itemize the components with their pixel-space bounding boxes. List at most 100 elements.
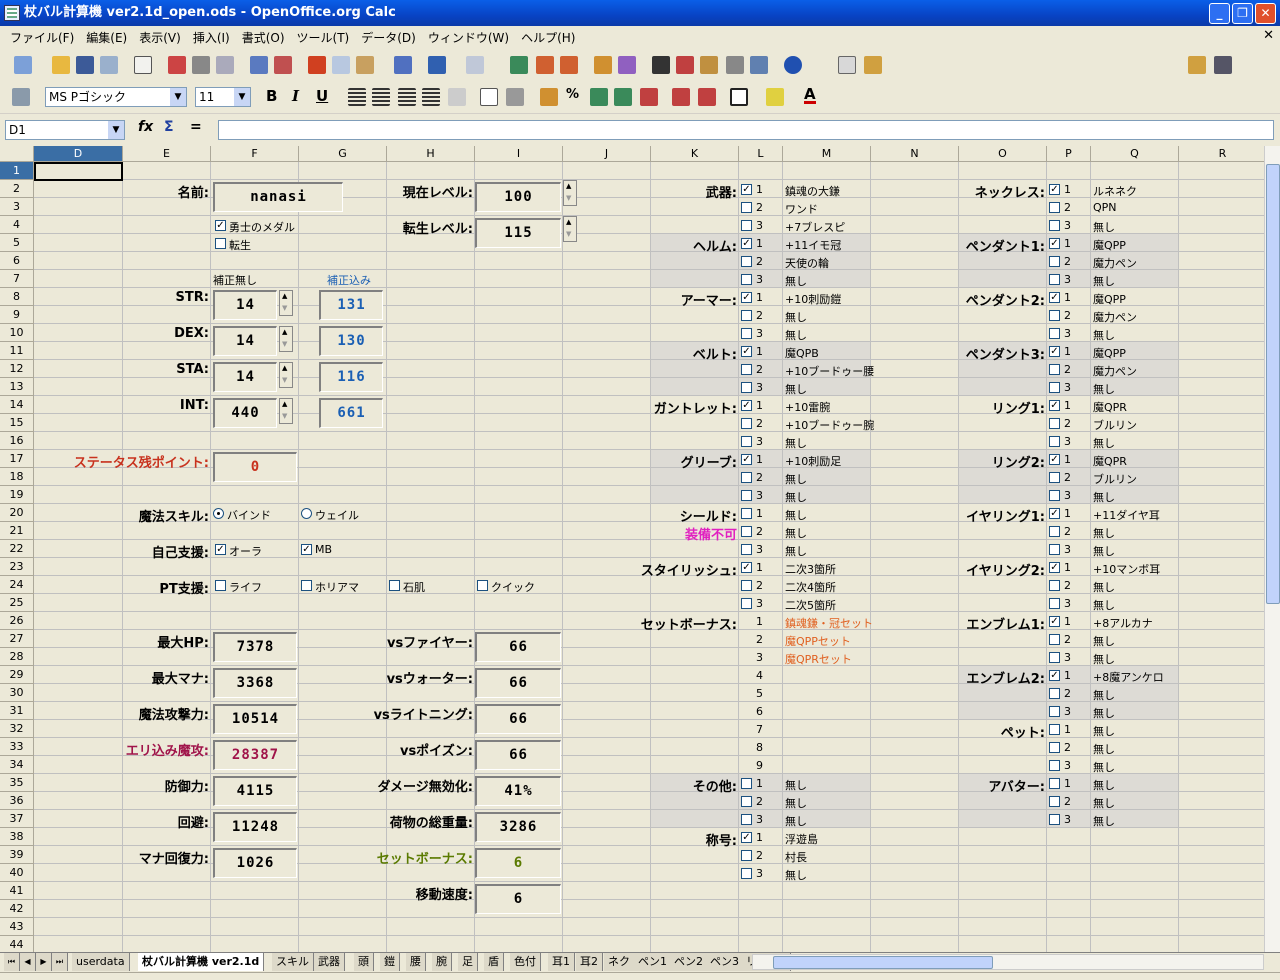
column-header[interactable]: O [959, 146, 1047, 162]
equip-checkbox[interactable] [741, 796, 752, 807]
underline-icon[interactable]: U [316, 87, 328, 105]
vertical-text-icon[interactable] [506, 88, 524, 106]
spellcheck-icon[interactable] [250, 56, 268, 74]
increase-indent-icon[interactable] [698, 88, 716, 106]
paste-icon[interactable] [356, 56, 374, 74]
equip-checkbox[interactable]: ✓ [1049, 400, 1060, 411]
equip-checkbox[interactable]: ✓ [741, 346, 752, 357]
function-wizard-icon[interactable]: fx [138, 119, 153, 135]
row-header[interactable]: 28 [0, 648, 34, 666]
row-header[interactable]: 38 [0, 828, 34, 846]
row-header[interactable]: 15 [0, 414, 34, 432]
row-header[interactable]: 30 [0, 684, 34, 702]
corner-cell[interactable] [0, 146, 34, 162]
email-icon[interactable] [100, 56, 118, 74]
row-header[interactable]: 43 [0, 918, 34, 936]
quick-checkbox[interactable] [477, 580, 488, 591]
equip-checkbox[interactable] [1049, 382, 1060, 393]
row-header[interactable]: 42 [0, 900, 34, 918]
column-header[interactable]: H [387, 146, 475, 162]
row-header[interactable]: 27 [0, 630, 34, 648]
row-header[interactable]: 39 [0, 846, 34, 864]
column-header[interactable]: L [739, 146, 783, 162]
spreadsheet-grid[interactable]: D E F G H I J K L M N O P Q R 1 2 3 4 5 6 7 8 9 10 11 12 13 14 15 16 17… [0, 146, 1264, 952]
align-left-icon[interactable] [348, 88, 366, 106]
chevron-down-icon[interactable]: ▼ [108, 121, 124, 139]
undo-icon[interactable] [428, 56, 446, 74]
copy-icon[interactable] [332, 56, 350, 74]
zoom-icon[interactable] [750, 56, 768, 74]
horizontal-scrollbar[interactable] [752, 954, 1264, 970]
form-navigator-icon[interactable] [1188, 56, 1206, 74]
row-header[interactable]: 10 [0, 324, 34, 342]
row-header[interactable]: 44 [0, 936, 34, 952]
row-header[interactable]: 33 [0, 738, 34, 756]
help-icon[interactable] [784, 56, 802, 74]
align-right-icon[interactable] [398, 88, 416, 106]
holy-checkbox[interactable] [301, 580, 312, 591]
row-header[interactable]: 22 [0, 540, 34, 558]
equip-checkbox[interactable]: ✓ [1049, 292, 1060, 303]
equip-checkbox[interactable] [1049, 274, 1060, 285]
chevron-down-icon[interactable]: ▼ [234, 88, 250, 106]
column-header[interactable]: G [299, 146, 387, 162]
decrease-indent-icon[interactable] [672, 88, 690, 106]
equip-checkbox[interactable] [1049, 796, 1060, 807]
equip-checkbox[interactable] [1049, 202, 1060, 213]
column-header[interactable]: N [871, 146, 959, 162]
equip-checkbox[interactable] [741, 382, 752, 393]
rebirth-level-spinner[interactable] [563, 216, 577, 242]
equip-checkbox[interactable] [1049, 310, 1060, 321]
menu-view[interactable]: 表示(V) [133, 29, 187, 46]
row-header[interactable]: 2 [0, 180, 34, 198]
close-button[interactable]: ✕ [1255, 3, 1276, 24]
sheet-tab[interactable]: 盾 [484, 953, 504, 971]
menu-tools[interactable]: ツール(T) [291, 29, 356, 46]
equip-checkbox[interactable]: ✓ [1049, 670, 1060, 681]
row-header[interactable]: 19 [0, 486, 34, 504]
sheet-tab[interactable]: 色付 [510, 953, 541, 971]
equip-checkbox[interactable]: ✓ [741, 184, 752, 195]
sheet-tab[interactable]: ペン1 [634, 953, 672, 971]
equip-checkbox[interactable] [1049, 526, 1060, 537]
bold-icon[interactable]: B [266, 87, 277, 105]
weil-radio[interactable] [301, 508, 312, 519]
edit-file-icon[interactable] [134, 56, 152, 74]
row-header[interactable]: 12 [0, 360, 34, 378]
draw-functions-icon[interactable] [618, 56, 636, 74]
equip-checkbox[interactable]: ✓ [741, 562, 752, 573]
stat-spinner[interactable] [279, 326, 293, 352]
equip-checkbox[interactable] [741, 418, 752, 429]
function-icon[interactable]: = [190, 119, 202, 135]
equip-checkbox[interactable] [1049, 418, 1060, 429]
equip-checkbox[interactable] [741, 256, 752, 267]
open-icon[interactable] [52, 56, 70, 74]
equip-checkbox[interactable] [741, 526, 752, 537]
next-sheet-icon[interactable]: ▶ [36, 953, 52, 971]
equip-checkbox[interactable] [741, 508, 752, 519]
sheet-tab[interactable]: 鎧 [380, 953, 400, 971]
equip-checkbox[interactable] [741, 778, 752, 789]
equip-checkbox[interactable] [741, 580, 752, 591]
equip-checkbox[interactable] [1049, 220, 1060, 231]
sheet-tab[interactable]: userdata [72, 953, 130, 971]
equip-checkbox[interactable] [741, 472, 752, 483]
sheet-tab[interactable]: 耳2 [576, 953, 603, 971]
navigator-icon[interactable] [676, 56, 694, 74]
sheet-tab[interactable]: ネク [604, 953, 635, 971]
equip-checkbox[interactable] [1049, 328, 1060, 339]
column-header[interactable]: R [1179, 146, 1264, 162]
row-header[interactable]: 35 [0, 774, 34, 792]
equip-checkbox[interactable] [1049, 706, 1060, 717]
sheet-tab[interactable]: ペン2 [670, 953, 708, 971]
equip-checkbox[interactable] [1049, 742, 1060, 753]
column-header[interactable]: J [563, 146, 651, 162]
row-header[interactable]: 41 [0, 882, 34, 900]
row-header[interactable]: 20 [0, 504, 34, 522]
align-center-icon[interactable] [372, 88, 390, 106]
chart-icon[interactable] [594, 56, 612, 74]
format-paintbrush-icon[interactable] [394, 56, 412, 74]
equip-checkbox[interactable] [1049, 472, 1060, 483]
print-icon[interactable] [192, 56, 210, 74]
last-sheet-icon[interactable]: ⏭ [52, 953, 68, 971]
